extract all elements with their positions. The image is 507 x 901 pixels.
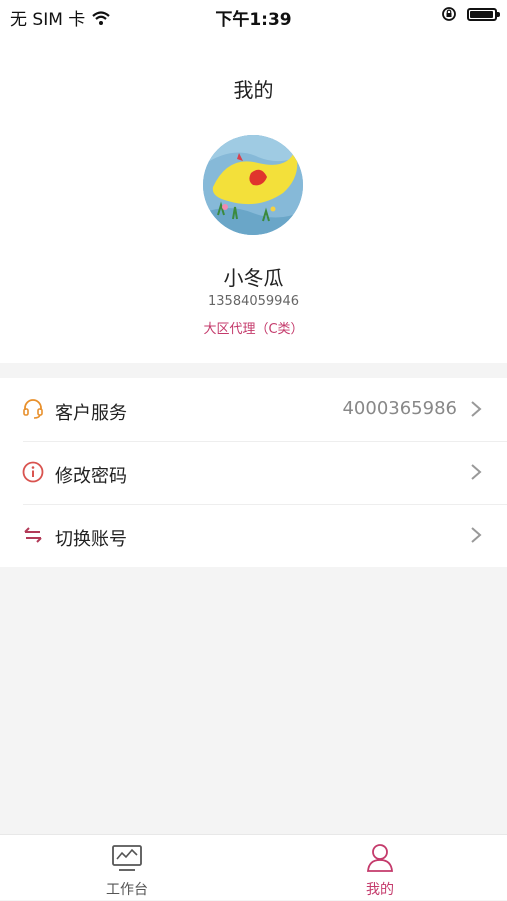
rotation-lock-icon xyxy=(442,7,456,21)
chevron-right-icon xyxy=(471,464,482,480)
tab-workbench[interactable]: 工作台 xyxy=(67,835,187,901)
avatar-image xyxy=(203,135,303,235)
headset-icon xyxy=(23,399,43,419)
tab-mine[interactable]: 我的 xyxy=(320,835,440,901)
menu-item-customer-service[interactable]: 客户服务 4000365986 xyxy=(0,378,507,441)
tab-label-workbench: 工作台 xyxy=(106,882,148,898)
chevron-right-icon xyxy=(471,527,482,543)
info-icon xyxy=(22,461,44,483)
bottom-tab-bar: 工作台 我的 xyxy=(0,834,507,900)
settings-menu: 客户服务 4000365986 修改密码 切换账号 xyxy=(0,378,507,567)
service-phone-number: 4000365986 xyxy=(342,398,457,419)
menu-label-switch-account: 切换账号 xyxy=(55,529,127,550)
avatar[interactable] xyxy=(203,135,303,235)
swap-icon xyxy=(24,527,42,543)
clock: 下午1:39 xyxy=(215,10,292,30)
battery-icon xyxy=(467,7,500,21)
user-role: 大区代理（C类） xyxy=(203,322,304,337)
chevron-right-icon xyxy=(471,401,482,417)
profile-section: 我的 小冬瓜 13584059946 大区代理（C类） xyxy=(0,32,507,363)
menu-item-change-password[interactable]: 修改密码 xyxy=(0,441,507,504)
user-icon xyxy=(367,844,393,872)
status-bar: 无 SIM 卡 下午1:39 xyxy=(0,0,507,32)
menu-label-customer-service: 客户服务 xyxy=(55,403,127,424)
user-name: 小冬瓜 xyxy=(223,266,284,290)
menu-label-change-password: 修改密码 xyxy=(55,466,127,487)
chart-monitor-icon xyxy=(112,845,142,871)
tab-label-mine: 我的 xyxy=(366,882,394,898)
user-phone: 13584059946 xyxy=(208,294,299,309)
page-title: 我的 xyxy=(233,78,274,102)
menu-item-switch-account[interactable]: 切换账号 xyxy=(0,504,507,567)
